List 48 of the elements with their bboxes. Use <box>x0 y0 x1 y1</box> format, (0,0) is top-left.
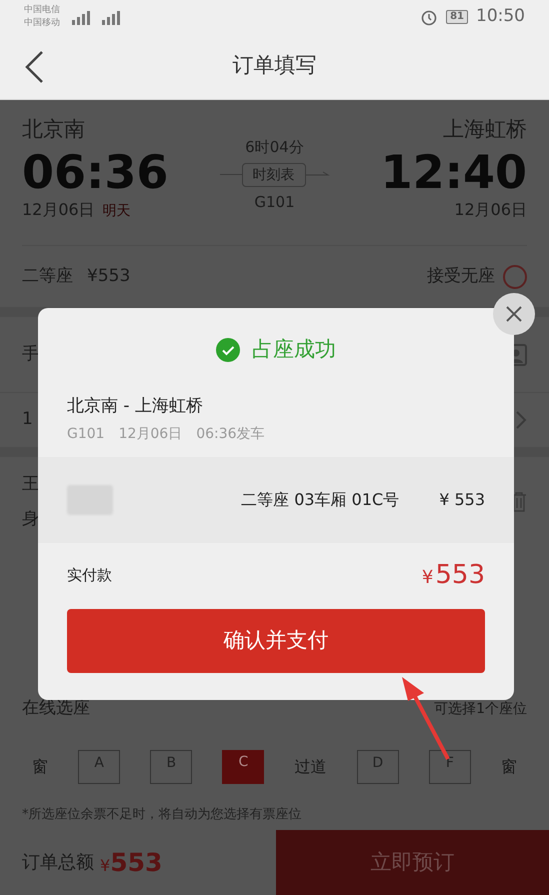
route: 北京南 - 上海虹桥 <box>67 395 204 418</box>
accept-no-seat-label: 接受无座 <box>427 264 495 288</box>
travel-date: 1 <box>22 408 33 432</box>
back-icon[interactable] <box>24 50 44 84</box>
passenger-id: 身 <box>22 508 39 531</box>
departure-time: 06:36 <box>22 146 168 198</box>
carrier-name: 中国移动 <box>24 16 60 30</box>
total-amount: ¥553 <box>100 846 162 879</box>
duration: 6时04分 <box>245 137 304 158</box>
confirm-pay-button[interactable]: 确认并支付 <box>67 608 485 672</box>
carrier-name: 中国电信 <box>24 4 60 16</box>
seat[interactable]: C <box>222 750 264 784</box>
train-number: G101 <box>254 192 295 212</box>
close-button[interactable] <box>493 293 535 335</box>
paid-label: 实付款 <box>67 565 112 586</box>
book-button[interactable]: 立即预订 <box>276 830 549 895</box>
check-icon <box>216 338 240 362</box>
page-title: 订单填写 <box>232 52 316 80</box>
trip-detail: G101 <box>67 424 105 444</box>
next-day-tag: 明天 <box>102 200 131 222</box>
dialog-title: 占座成功 <box>252 336 336 364</box>
total-label: 订单总额 <box>22 851 94 875</box>
ticket-price: ¥ 553 <box>439 488 485 510</box>
passenger-name: 王 <box>22 472 39 496</box>
arrival-date: 12月06日 <box>454 198 527 220</box>
clock-time: 10:50 <box>476 4 525 28</box>
seat-price: ¥553 <box>87 264 130 288</box>
accept-no-seat-checkbox[interactable] <box>503 264 527 288</box>
ticket-seat: 二等座 03车厢 01C号 <box>241 488 400 512</box>
seat-selection-title: 在线选座 <box>22 697 90 720</box>
close-icon <box>506 306 522 322</box>
timetable-button[interactable]: 时刻表 <box>242 162 306 186</box>
trip-detail: 12月06日 <box>118 424 182 444</box>
departure-date: 12月06日 <box>22 198 95 220</box>
arrival-station: 上海虹桥 <box>443 116 527 143</box>
trash-icon[interactable] <box>511 492 527 512</box>
trip-detail: 06:36发车 <box>196 424 265 444</box>
seat-row-label: 窗 <box>500 756 517 778</box>
alarm-icon <box>420 8 438 26</box>
seat-row-label: 过道 <box>294 756 327 778</box>
paid-amount: ¥553 <box>422 559 485 592</box>
phone-label: 手 <box>22 342 39 366</box>
arrival-time: 12:40 <box>380 146 527 198</box>
seat-selection-hint: 可选择1个座位 <box>434 700 527 718</box>
battery-level: 81 <box>446 10 468 24</box>
seat-row-label: 窗 <box>32 756 48 778</box>
seat-class: 二等座 <box>22 264 73 288</box>
departure-station: 北京南 <box>22 116 86 143</box>
